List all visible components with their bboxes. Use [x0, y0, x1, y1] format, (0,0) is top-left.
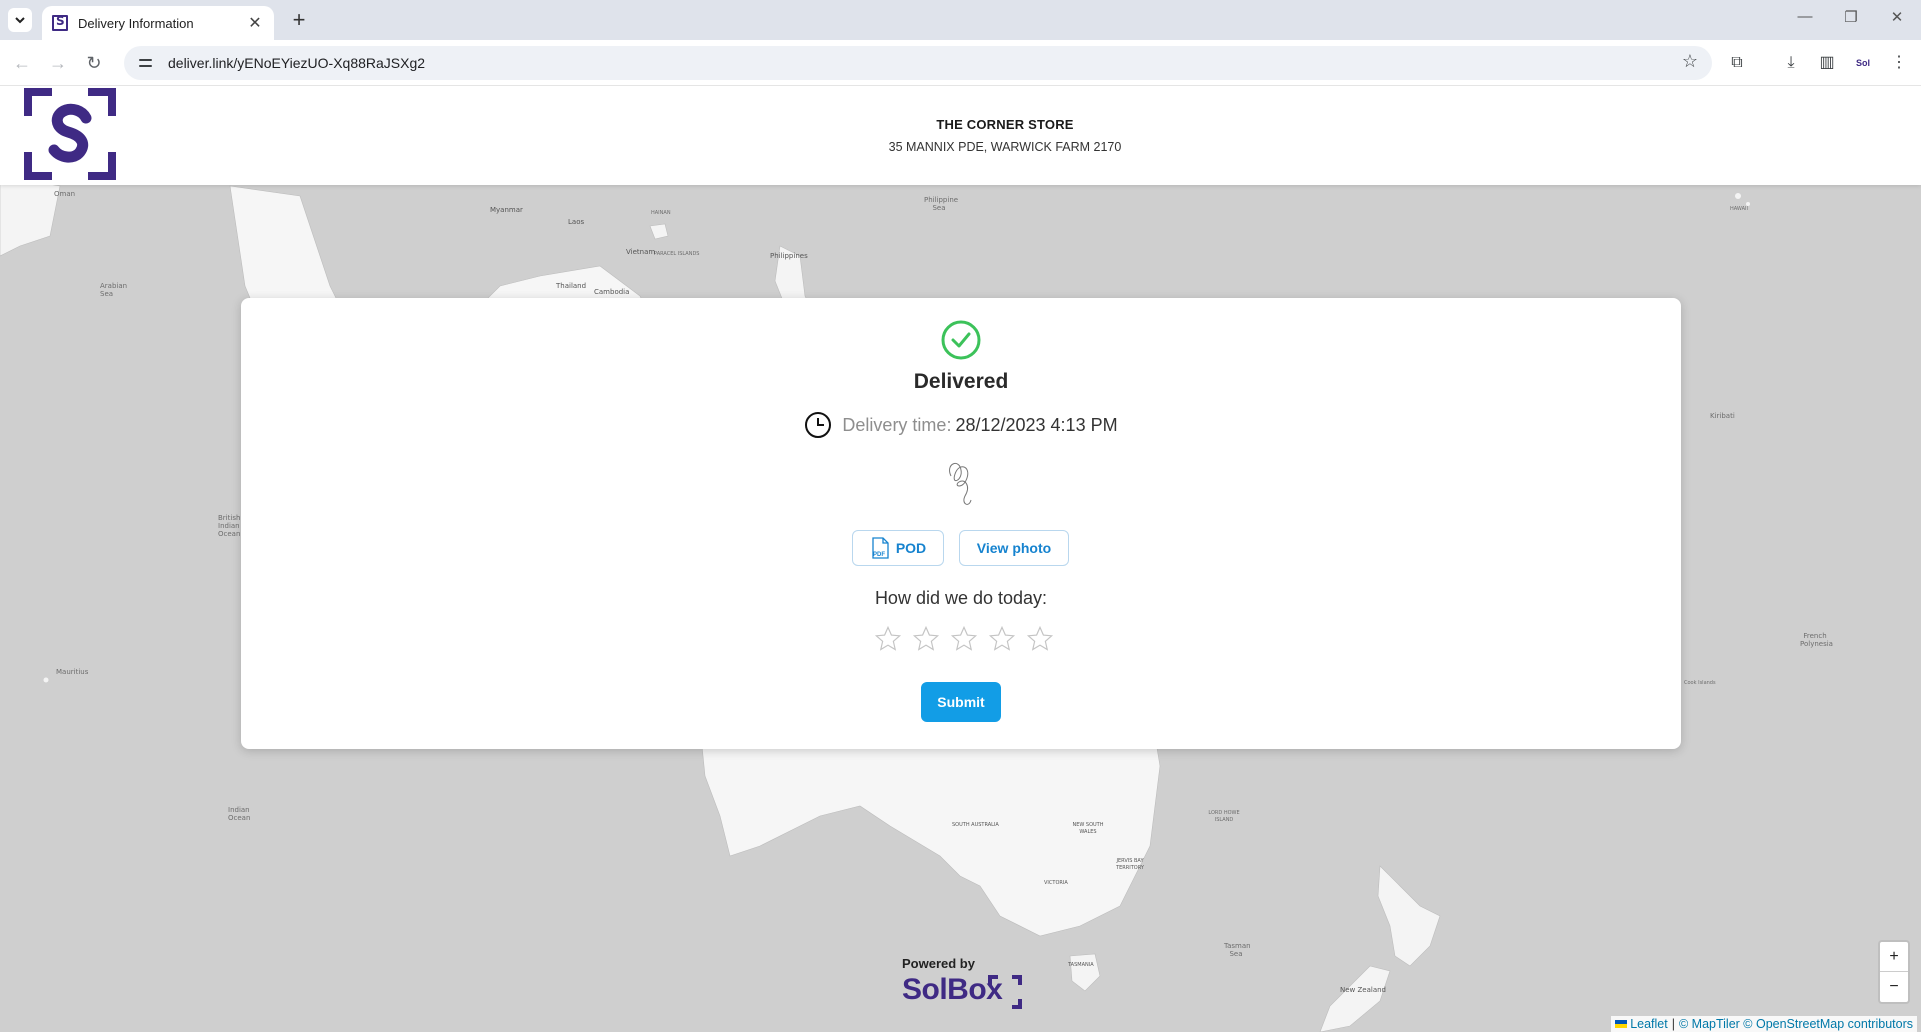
- solbox-logo-icon: [24, 88, 116, 180]
- browser-toolbar: ← → ↻ deliver.link/yENoEYiezUO-Xq88RaJSX…: [0, 40, 1921, 86]
- delivery-time-value: 28/12/2023 4:13 PM: [955, 414, 1118, 435]
- map-label: Kiribati: [1710, 412, 1735, 420]
- tab-dropdown-icon[interactable]: [8, 8, 32, 32]
- browser-tab-bar: Delivery Information ✕ + — ❐ ✕: [0, 0, 1921, 40]
- page: Oman Arabian Sea Myanmar Laos HAINAN Vie…: [0, 86, 1921, 1032]
- map-label: VICTORIA: [1044, 880, 1068, 886]
- extensions-icon[interactable]: ⧉: [1724, 50, 1750, 76]
- map-label: Thailand: [556, 282, 587, 290]
- star-rating: [869, 623, 1059, 655]
- store-name: THE CORNER STORE: [936, 117, 1074, 132]
- map-label: NEW SOUTH WALES: [1072, 822, 1104, 835]
- map-attribution: Leaflet | © MapTiler © OpenStreetMap con…: [1611, 1016, 1917, 1032]
- star-icon[interactable]: [869, 623, 907, 655]
- minimize-icon[interactable]: —: [1790, 8, 1820, 32]
- tab-title: Delivery Information: [78, 15, 194, 31]
- attribution-links[interactable]: © MapTiler © OpenStreetMap contributors: [1679, 1017, 1913, 1031]
- download-icon[interactable]: ⤓: [1778, 50, 1804, 76]
- view-photo-button[interactable]: View photo: [959, 530, 1069, 566]
- restore-icon[interactable]: ❐: [1836, 8, 1866, 32]
- solbox-bracket-icon: [988, 975, 1022, 1009]
- browser-tab[interactable]: Delivery Information ✕: [42, 6, 274, 40]
- map-label: Cook Islands: [1684, 680, 1716, 686]
- map-zoom-control: + −: [1878, 940, 1910, 1004]
- profile-icon[interactable]: Sol: [1850, 50, 1876, 76]
- map-label: Philippine Sea: [924, 196, 959, 212]
- star-icon[interactable]: [983, 623, 1021, 655]
- star-icon[interactable]: [945, 623, 983, 655]
- map-label: Vietnam: [626, 248, 656, 256]
- reload-icon[interactable]: ↻: [80, 50, 108, 76]
- map-label: SOUTH AUSTRALIA: [952, 822, 999, 828]
- check-circle-icon: [941, 320, 981, 360]
- pod-button[interactable]: PDF POD: [852, 530, 944, 566]
- attribution-separator: |: [1671, 1017, 1675, 1031]
- map-label: TASMANIA: [1068, 962, 1094, 968]
- powered-by-text: Powered by: [902, 956, 975, 971]
- map-label: Oman: [54, 190, 76, 198]
- back-icon[interactable]: ←: [8, 50, 36, 76]
- map-label: French Polynesia: [1800, 632, 1833, 648]
- map-label: Philippines: [770, 252, 808, 260]
- signature-image: [949, 462, 972, 505]
- delivery-status: Delivered: [913, 370, 1009, 393]
- side-panel-icon[interactable]: ▥: [1814, 50, 1840, 76]
- map-label: HAINAN: [651, 210, 671, 216]
- delivery-time-label: Delivery time:: [842, 414, 952, 435]
- pdf-badge-text: PDF: [873, 552, 885, 558]
- star-icon[interactable]: [1021, 623, 1059, 655]
- store-address: 35 MANNIX PDE, WARWICK FARM 2170: [888, 140, 1122, 154]
- menu-icon[interactable]: ⋮: [1886, 50, 1912, 76]
- rating-question: How did we do today:: [874, 588, 1048, 608]
- window-close-icon[interactable]: ✕: [1882, 8, 1912, 32]
- solbox-brand-logo: SolBox: [902, 973, 1032, 1009]
- address-bar[interactable]: deliver.link/yENoEYiezUO-Xq88RaJSXg2 ☆: [124, 46, 1712, 80]
- map-label: Cambodia: [594, 288, 630, 296]
- site-info-icon[interactable]: [138, 55, 154, 71]
- url-text: deliver.link/yENoEYiezUO-Xq88RaJSXg2: [168, 55, 426, 71]
- ukraine-flag-icon: [1615, 1020, 1628, 1028]
- star-icon[interactable]: [907, 623, 945, 655]
- zoom-out-button[interactable]: −: [1880, 972, 1908, 1002]
- store-header: THE CORNER STORE 35 MANNIX PDE, WARWICK …: [0, 86, 1921, 185]
- close-icon[interactable]: ✕: [246, 13, 264, 33]
- delivery-time-row: Delivery time: 28/12/2023 4:13 PM: [241, 411, 1681, 439]
- map-label: Myanmar: [490, 206, 523, 214]
- submit-button[interactable]: Submit: [921, 682, 1001, 722]
- pod-label: POD: [895, 540, 927, 556]
- map-label: Tasman Sea: [1224, 942, 1251, 958]
- zoom-in-button[interactable]: +: [1880, 942, 1908, 972]
- map-label: HAWAII: [1730, 206, 1748, 212]
- view-photo-label: View photo: [976, 540, 1052, 556]
- leaflet-link[interactable]: Leaflet: [1630, 1017, 1668, 1031]
- map-label: Mauritius: [56, 668, 89, 676]
- map-label: LORD HOWE ISLAND: [1208, 810, 1240, 823]
- star-icon[interactable]: ☆: [1682, 51, 1698, 72]
- solbox-favicon-icon: [52, 14, 68, 31]
- forward-icon[interactable]: →: [44, 50, 72, 76]
- pdf-icon: PDF: [872, 537, 889, 559]
- map-label: Indian Ocean: [228, 806, 251, 822]
- map-label: Laos: [568, 218, 585, 226]
- plus-icon[interactable]: +: [286, 8, 312, 34]
- map-label: Arabian Sea: [100, 282, 128, 298]
- map-label: PARACEL ISLANDS: [654, 251, 700, 257]
- map-label: New Zealand: [1340, 986, 1386, 994]
- delivery-card: Delivered Delivery time: 28/12/2023 4:13…: [241, 298, 1681, 749]
- map-label: JERVIS BAY TERRITORY: [1116, 858, 1144, 871]
- clock-icon: [805, 412, 832, 438]
- powered-by-footer: Powered by SolBox: [902, 956, 1032, 1009]
